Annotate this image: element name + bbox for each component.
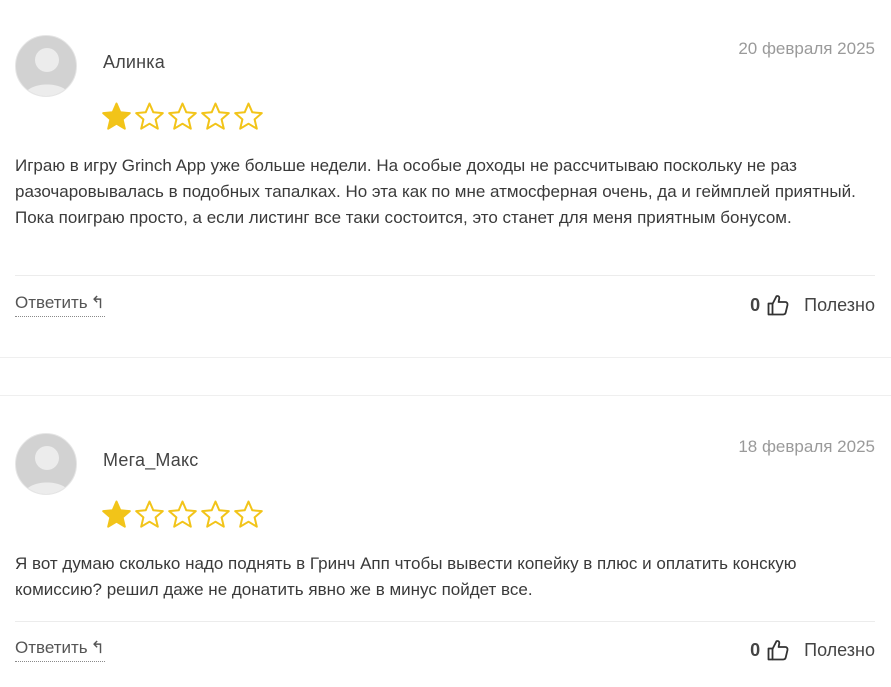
like-count: 0 (750, 294, 761, 315)
section-divider (0, 395, 891, 396)
helpful-block: 0 Полезно (750, 635, 875, 665)
rating-stars (101, 101, 264, 132)
reply-arrow-icon: ↰ (90, 293, 105, 312)
review-date: 20 февраля 2025 (738, 39, 875, 58)
reply-arrow-icon: ↰ (90, 638, 105, 657)
star-filled-icon (102, 500, 131, 528)
reply-button[interactable]: Ответить ↰ (15, 293, 105, 317)
divider (15, 275, 875, 276)
star-empty-icon (135, 102, 164, 130)
helpful-block: 0 Полезно (750, 290, 875, 320)
review-text: Играю в игру Grinch App уже больше недел… (15, 156, 856, 227)
divider (15, 621, 875, 622)
helpful-button[interactable]: Полезно (804, 640, 875, 661)
like-count: 0 (750, 639, 761, 660)
star-empty-icon (201, 500, 230, 528)
star-empty-icon (234, 102, 263, 130)
star-empty-icon (168, 102, 197, 130)
star-filled-icon (102, 102, 131, 130)
star-empty-icon (135, 500, 164, 528)
helpful-button[interactable]: Полезно (804, 295, 875, 316)
reply-button[interactable]: Ответить ↰ (15, 638, 105, 662)
reply-label: Ответить (15, 638, 88, 657)
review-author: Алинка (103, 52, 165, 72)
avatar-placeholder-icon (15, 433, 77, 495)
star-empty-icon (234, 500, 263, 528)
review-author: Мега_Макс (103, 450, 199, 470)
reply-label: Ответить (15, 293, 88, 312)
review-date: 18 февраля 2025 (738, 437, 875, 456)
rating-stars (101, 499, 264, 530)
review-actions: Ответить ↰ 0 Полезно (15, 290, 875, 320)
review-text: Я вот думаю сколько надо поднять в Гринч… (15, 554, 797, 599)
star-empty-icon (168, 500, 197, 528)
thumbs-up-icon[interactable] (766, 638, 790, 662)
thumbs-up-icon[interactable] (766, 293, 790, 317)
star-empty-icon (201, 102, 230, 130)
section-divider (0, 357, 891, 358)
review-actions: Ответить ↰ 0 Полезно (15, 635, 875, 665)
avatar-placeholder-icon (15, 35, 77, 97)
